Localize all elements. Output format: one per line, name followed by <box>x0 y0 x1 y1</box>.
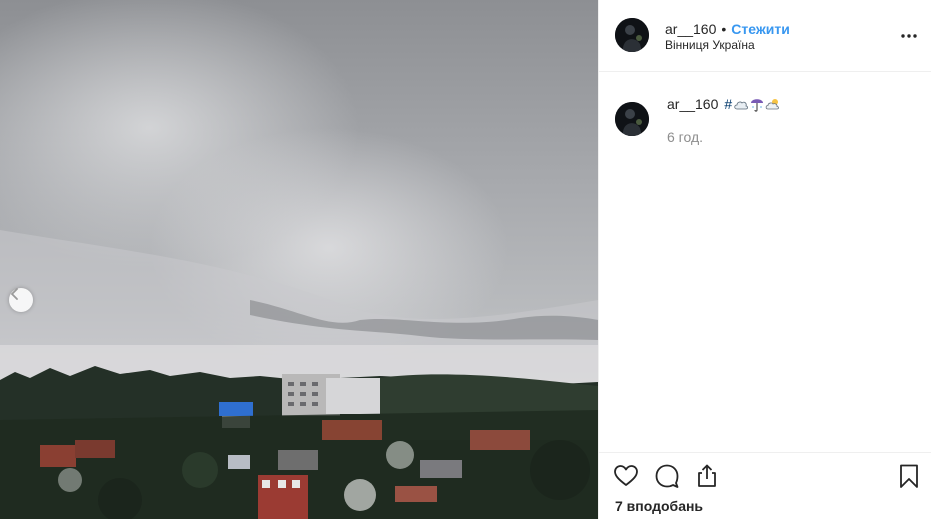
share-icon <box>698 464 716 487</box>
comment-icon <box>655 464 679 488</box>
header-user-line: ar__160 • Стежити <box>665 21 790 37</box>
instagram-post: ar__160 • Стежити Вінниця Україна ar__16… <box>0 0 931 519</box>
location-link[interactable]: Вінниця Україна <box>665 38 755 52</box>
post-header: ar__160 • Стежити Вінниця Україна <box>599 0 931 72</box>
post-time[interactable]: 6 год. <box>667 129 703 145</box>
umbrella-emoji-icon <box>751 99 764 112</box>
sun-behind-cloud-emoji-icon <box>765 99 780 110</box>
more-options-button[interactable] <box>900 27 918 45</box>
more-options-icon <box>901 34 917 38</box>
bookmark-icon <box>900 464 918 488</box>
hashtag-symbol: # <box>724 96 733 112</box>
action-bar: 7 вподобань <box>599 452 931 519</box>
cloudy-landscape-image <box>0 0 598 519</box>
caption-username[interactable]: ar__160 <box>667 96 718 112</box>
caption: ar__160 # <box>667 96 781 112</box>
username-link[interactable]: ar__160 <box>665 21 716 37</box>
follow-button[interactable]: Стежити <box>731 21 790 37</box>
save-button[interactable] <box>896 463 922 489</box>
likes-count[interactable]: 7 вподобань <box>615 498 703 514</box>
separator-dot: • <box>721 21 727 37</box>
previous-photo-button[interactable] <box>9 288 33 312</box>
comment-button[interactable] <box>654 463 680 489</box>
caption-avatar[interactable] <box>615 102 649 136</box>
post-photo[interactable] <box>0 0 598 519</box>
hashtag-link[interactable]: # <box>724 96 781 112</box>
like-button[interactable] <box>613 463 639 489</box>
avatar[interactable] <box>615 18 649 52</box>
share-button[interactable] <box>694 463 720 489</box>
cloud-emoji-icon <box>734 101 749 110</box>
post-sidebar: ar__160 • Стежити Вінниця Україна ar__16… <box>598 0 931 519</box>
heart-icon <box>614 465 638 486</box>
chevron-left-icon <box>10 288 18 300</box>
